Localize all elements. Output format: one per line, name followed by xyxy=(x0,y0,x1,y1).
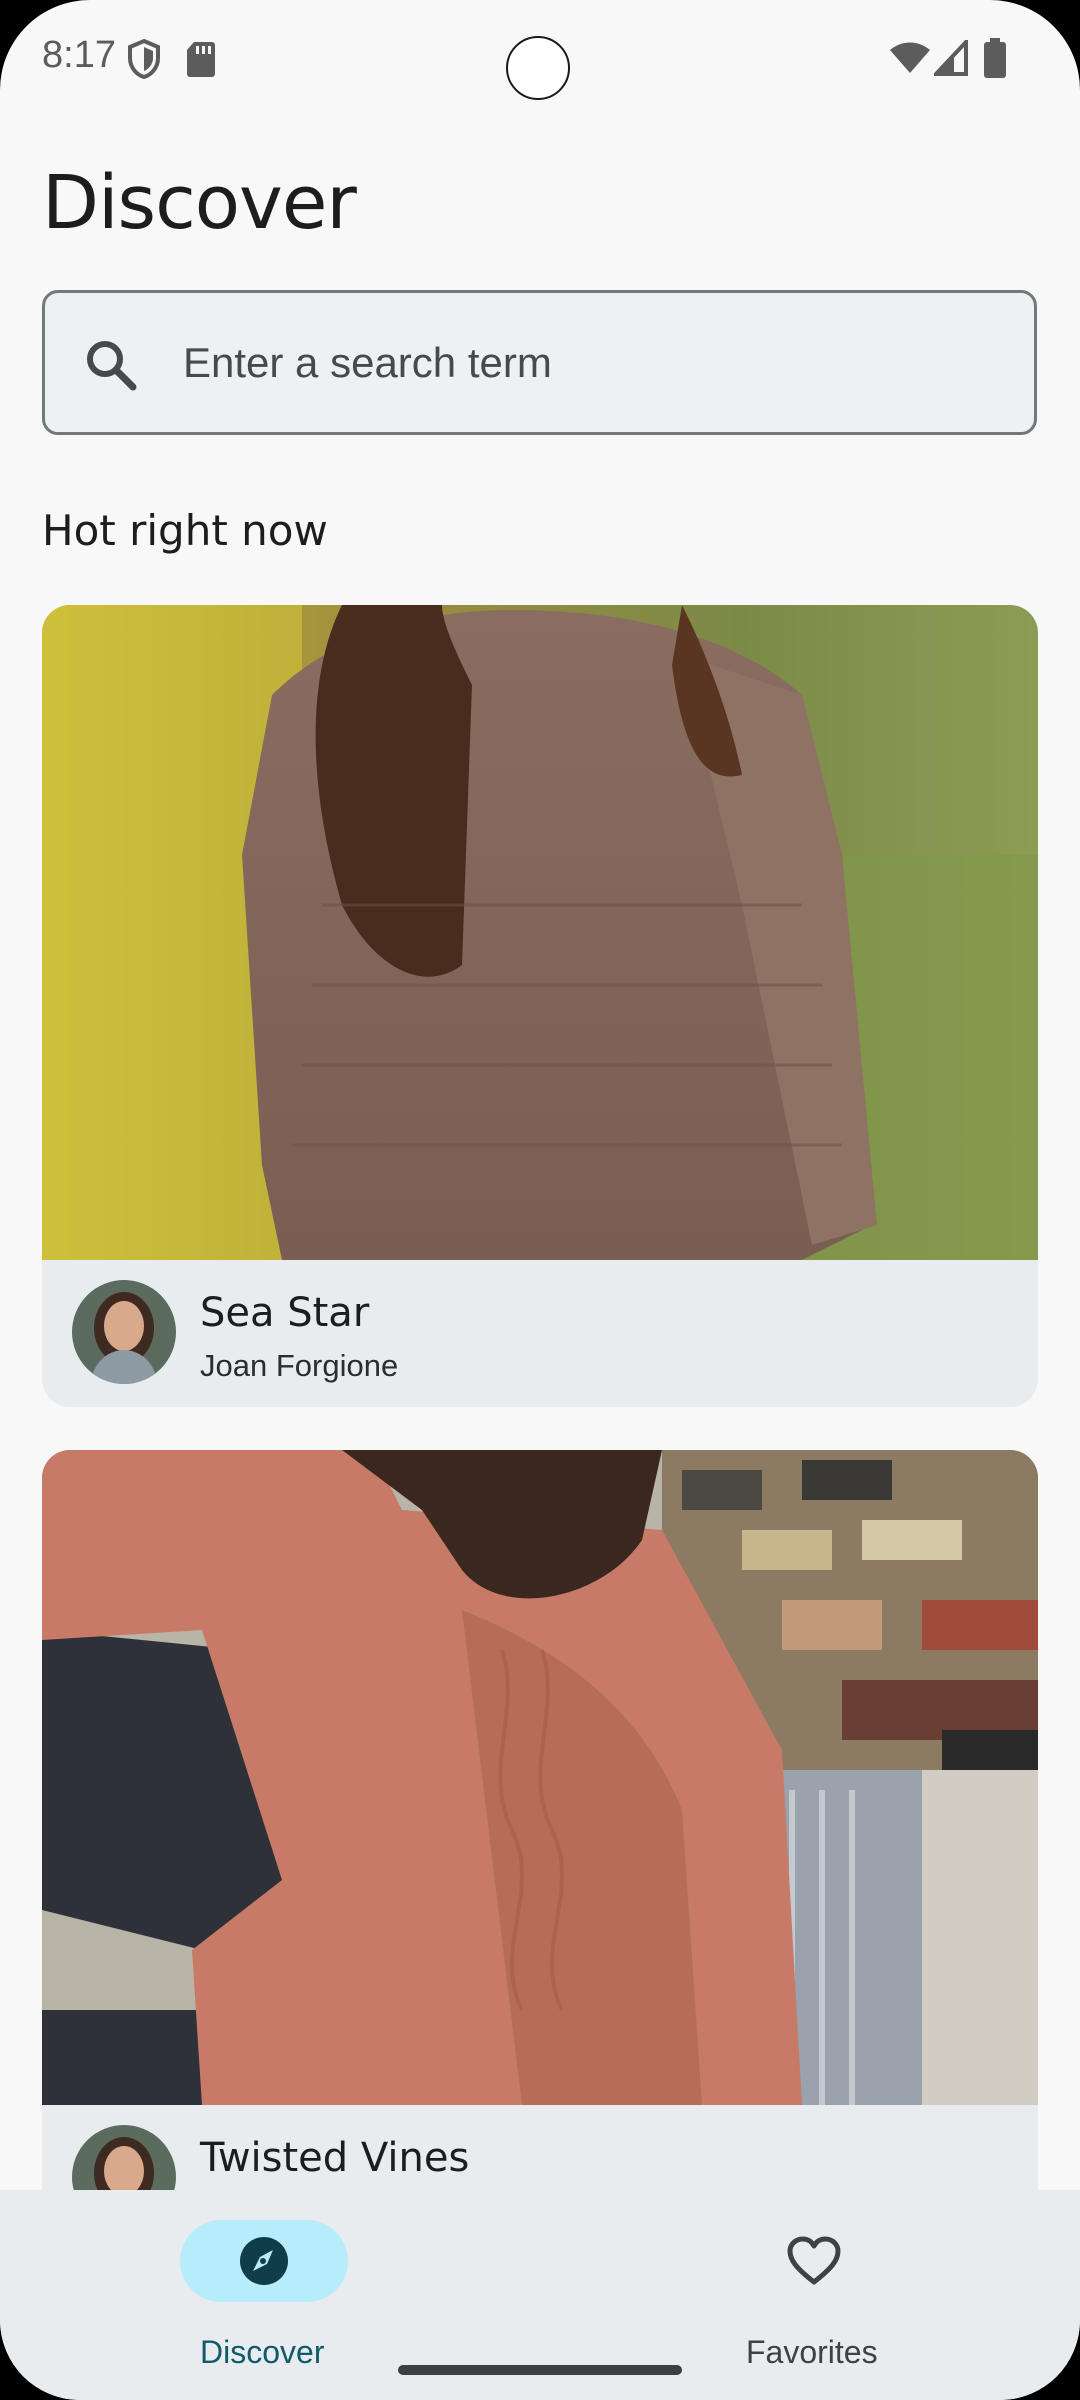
status-time: 8:17 xyxy=(42,34,116,76)
cell-signal-icon xyxy=(934,40,968,76)
card-info: Sea Star Joan Forgione xyxy=(42,1260,1038,1407)
front-camera xyxy=(506,36,570,100)
nav-label-discover: Discover xyxy=(200,2334,325,2370)
home-indicator[interactable] xyxy=(398,2365,682,2375)
app-screen: 8:17 Discover Enter a search term Hot ri… xyxy=(0,0,1080,2400)
pattern-card[interactable]: Twisted Vines xyxy=(42,1450,1038,2250)
card-designer: Joan Forgione xyxy=(200,1348,399,1383)
card-title: Sea Star xyxy=(200,1290,370,1336)
heart-icon xyxy=(787,2236,841,2285)
pattern-photo xyxy=(42,1450,1038,2105)
nav-label-favorites: Favorites xyxy=(746,2334,878,2370)
pattern-photo xyxy=(42,605,1038,1260)
search-placeholder: Enter a search term xyxy=(183,339,552,386)
shield-icon xyxy=(128,38,160,80)
search-icon xyxy=(87,341,137,391)
wifi-icon xyxy=(890,42,930,73)
section-title: Hot right now xyxy=(42,506,328,555)
status-bar: 8:17 xyxy=(0,0,1080,120)
page-title: Discover xyxy=(42,160,357,246)
designer-avatar xyxy=(72,1280,176,1384)
sd-card-icon xyxy=(187,42,215,77)
pattern-card[interactable]: Sea Star Joan Forgione xyxy=(42,605,1038,1407)
battery-icon xyxy=(984,38,1006,78)
compass-icon xyxy=(240,2237,288,2285)
card-title: Twisted Vines xyxy=(200,2135,470,2181)
search-input[interactable]: Enter a search term xyxy=(42,290,1037,435)
